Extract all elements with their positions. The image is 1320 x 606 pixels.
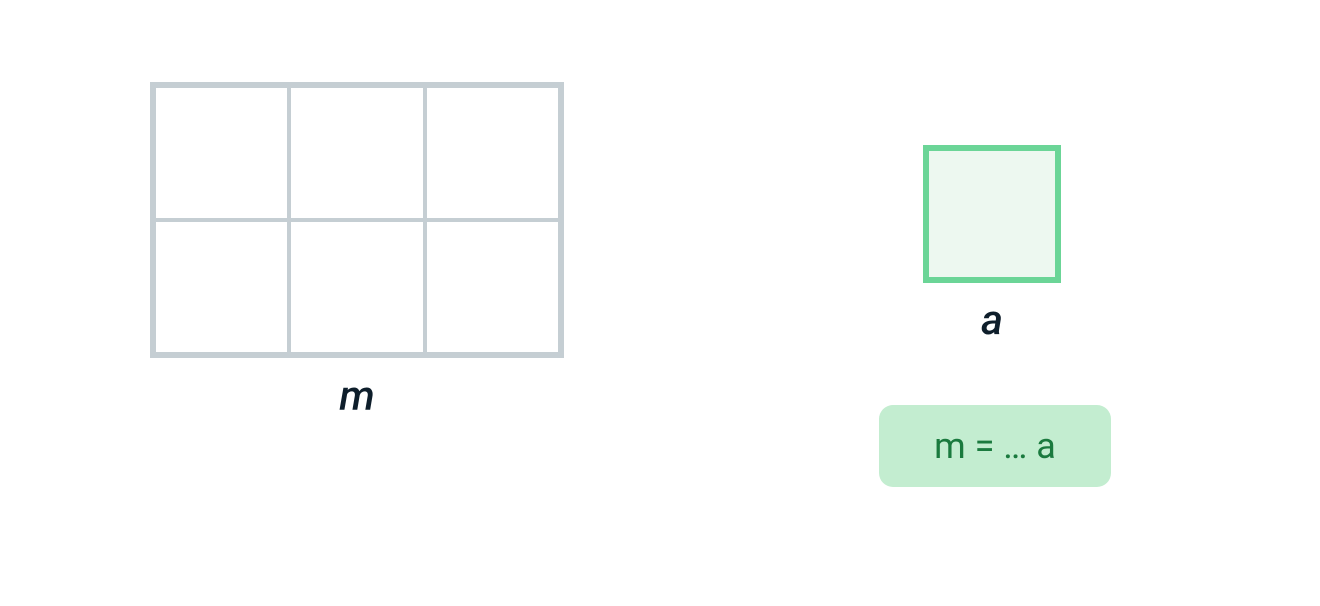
label-m: m (150, 372, 564, 421)
grid-m (150, 82, 564, 358)
grid-cell (154, 86, 289, 220)
grid-cell (289, 220, 424, 354)
grid-cell (289, 86, 424, 220)
square-a (923, 145, 1061, 283)
equation-box: m = … a (879, 405, 1111, 487)
grid-cell (154, 220, 289, 354)
grid-cell (425, 86, 560, 220)
grid-cell (425, 220, 560, 354)
label-a: a (923, 296, 1061, 345)
diagram-container: m a m = … a (0, 0, 1320, 606)
